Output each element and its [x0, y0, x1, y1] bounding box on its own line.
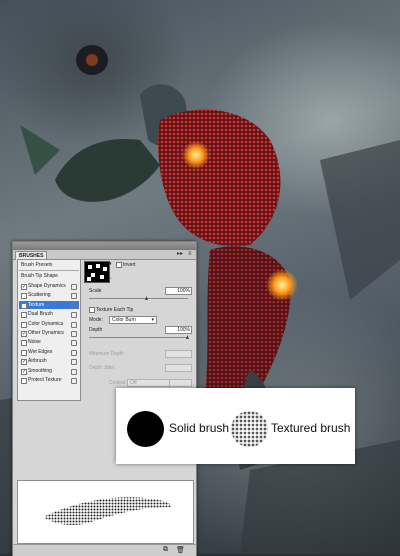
option-checkbox[interactable]: ✓ [21, 284, 27, 290]
brush-tip-shape-label: Brush Tip Shape [21, 273, 58, 279]
option-label: Color Dynamics [28, 320, 64, 327]
invert-label: Invert [123, 262, 136, 268]
depth-jitter-field [165, 364, 192, 372]
mode-label: Mode: [89, 317, 103, 323]
minimum-depth-field [165, 350, 192, 358]
option-checkbox[interactable] [21, 312, 27, 319]
lock-icon[interactable] [71, 302, 77, 309]
lock-icon[interactable] [71, 293, 77, 300]
lock-icon[interactable] [71, 340, 77, 347]
option-scattering[interactable]: Scattering [19, 291, 79, 300]
option-label: Dual Brush [28, 311, 53, 318]
lock-icon[interactable] [71, 312, 77, 319]
trash-icon[interactable]: 🗑 [176, 546, 185, 554]
brush-options-list: Brush Presets Brush Tip Shape ✓ Shape Dyn… [17, 259, 81, 401]
option-checkbox[interactable]: ✓ [21, 368, 27, 375]
panel-title-bar[interactable] [13, 242, 196, 250]
brush-presets-button[interactable]: Brush Presets [19, 261, 79, 269]
panel-menu-icon[interactable]: ≡ [188, 251, 192, 258]
option-checkbox[interactable] [21, 321, 27, 328]
solid-brush-sample [127, 411, 164, 447]
solid-brush-label: Solid brush [169, 421, 230, 435]
scale-slider[interactable] [89, 296, 188, 300]
option-checkbox[interactable] [21, 349, 27, 356]
list-divider [19, 270, 79, 271]
option-label: Airbrush [28, 358, 47, 365]
control-field [169, 379, 192, 387]
minimum-depth-label: Minimum Depth [89, 351, 125, 357]
control-label: Control: [109, 380, 127, 386]
scale-field[interactable]: 100% [165, 287, 192, 295]
option-color-dynamics[interactable]: Color Dynamics [19, 320, 79, 328]
option-label: Smoothing [28, 367, 52, 374]
texture-pattern-swatch[interactable] [84, 261, 110, 283]
option-label: Noise [28, 339, 41, 346]
panel-bottom-bar: ⧉ 🗑 [13, 544, 196, 556]
scale-slider-handle[interactable] [145, 296, 148, 300]
option-airbrush[interactable]: ✓ Airbrush [19, 357, 79, 366]
option-label: Texture [28, 301, 45, 308]
option-label: Scattering [28, 292, 51, 299]
option-label: Wet Edges [28, 348, 53, 355]
option-checkbox[interactable]: ✓ [21, 359, 27, 366]
lock-icon[interactable] [71, 359, 77, 366]
stroke-preview-image [43, 497, 171, 525]
lock-icon[interactable] [71, 284, 77, 290]
option-wet-edges[interactable]: Wet Edges [19, 348, 79, 356]
depth-slider[interactable] [89, 335, 189, 339]
control-value: Off [130, 380, 137, 386]
option-checkbox[interactable]: ✓ [21, 302, 27, 309]
option-checkbox[interactable] [21, 378, 27, 384]
option-checkbox[interactable]: ✓ [21, 331, 27, 337]
chevron-down-icon: ▾ [151, 317, 154, 323]
lock-icon[interactable] [71, 331, 77, 337]
textured-brush-label: Textured brush [271, 421, 351, 435]
brush-stroke-preview [17, 480, 194, 544]
new-brush-icon[interactable]: ⧉ [163, 546, 168, 554]
option-label: Shape Dynamics [28, 283, 66, 289]
texture-each-tip-label: Texture Each Tip [96, 307, 134, 313]
mode-value: Color Burn [112, 317, 136, 323]
lock-icon[interactable] [71, 378, 77, 384]
depth-slider-handle[interactable] [186, 335, 189, 339]
new-preset-icon[interactable]: ⌞ [109, 273, 112, 280]
option-label: Protect Texture [28, 377, 62, 383]
option-other-dynamics[interactable]: ✓ Other Dynamics [19, 329, 79, 337]
option-label: Other Dynamics [28, 330, 64, 336]
invert-checkbox[interactable] [116, 262, 122, 268]
option-noise[interactable]: Noise [19, 338, 79, 347]
option-checkbox[interactable] [21, 340, 27, 347]
brush-comparison-legend: Solid brush Textured brush [116, 388, 355, 464]
option-checkbox[interactable] [21, 293, 27, 300]
texture-each-tip-checkbox[interactable] [89, 307, 95, 313]
lock-icon[interactable] [71, 349, 77, 356]
option-shape-dynamics[interactable]: ✓ Shape Dynamics [19, 282, 79, 290]
depth-label: Depth [89, 327, 103, 333]
textured-brush-sample [231, 411, 268, 447]
lock-icon[interactable] [71, 368, 77, 375]
depth-jitter-label: Depth Jitter [89, 365, 115, 371]
brush-presets-label: Brush Presets [21, 262, 53, 268]
depth-field[interactable]: 100% [165, 326, 192, 334]
scale-label: Scale [89, 288, 102, 294]
option-dual-brush[interactable]: Dual Brush [19, 310, 79, 319]
collapse-icon[interactable]: ▸▸ [177, 251, 183, 258]
pattern-picker-arrow-icon[interactable]: ▾ [109, 261, 112, 267]
option-texture[interactable]: ✓ Texture [19, 300, 79, 309]
brush-tip-shape-item[interactable]: Brush Tip Shape [19, 272, 79, 280]
mode-dropdown[interactable]: Color Burn ▾ [109, 316, 157, 324]
option-protect-texture[interactable]: Protect Texture [19, 376, 79, 384]
lock-icon[interactable] [71, 321, 77, 328]
option-smoothing[interactable]: ✓ Smoothing [19, 367, 79, 375]
